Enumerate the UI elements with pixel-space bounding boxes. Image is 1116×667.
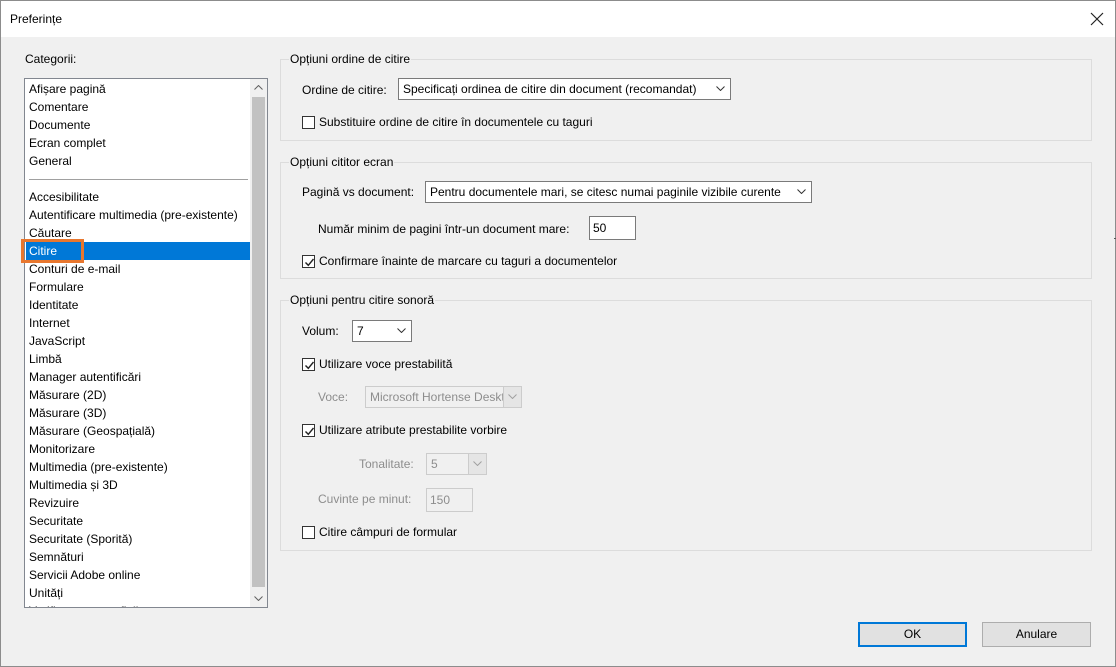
categories-scrollbar[interactable]	[250, 79, 267, 607]
read-aloud-group: Opțiuni pentru citire sonoră Volum: 7 Ut…	[280, 293, 1092, 551]
cancel-button[interactable]: Anulare	[982, 622, 1091, 647]
reading-order-label: Ordine de citire:	[302, 83, 387, 97]
chevron-down-icon	[397, 328, 406, 333]
category-item[interactable]: Monitorizare	[26, 440, 250, 458]
reading-order-select[interactable]: Specificați ordinea de citire din docume…	[398, 78, 731, 100]
form-fields-checkbox-box[interactable]	[302, 525, 315, 539]
reading-order-dropdown-arrow[interactable]	[712, 79, 730, 99]
pitch-select[interactable]: 5	[426, 453, 487, 475]
categories-label: Categorii:	[25, 52, 77, 66]
category-item[interactable]: Servicii Adobe online	[26, 566, 250, 584]
category-item[interactable]: Limbă	[26, 350, 250, 368]
category-item[interactable]: Manager autentificări	[26, 368, 250, 386]
screen-reader-group-title: Opțiuni cititor ecran	[289, 155, 395, 169]
read-form-fields-checkbox[interactable]: Citire câmpuri de formular	[302, 525, 457, 539]
page-vs-document-value: Pentru documentele mari, se citesc numai…	[430, 185, 781, 199]
default-voice-checkbox-box[interactable]	[302, 357, 315, 371]
checkmark-icon	[305, 361, 315, 369]
category-item[interactable]: Ecran complet	[26, 134, 250, 152]
category-item[interactable]: Documente	[26, 116, 250, 134]
page-vs-document-label: Pagină vs document:	[302, 185, 415, 199]
category-item[interactable]: Semnături	[26, 548, 250, 566]
reading-order-group: Opțiuni ordine de citire Ordine de citir…	[280, 52, 1092, 141]
scroll-down-button[interactable]	[250, 590, 267, 607]
category-item[interactable]: Măsurare (3D)	[26, 404, 250, 422]
window-title: Preferințe	[10, 12, 63, 26]
override-checkbox-label: Substituire ordine de citire în document…	[319, 115, 593, 129]
volume-label: Volum:	[302, 324, 339, 338]
categories-list[interactable]: Afișare pagină Comentare Documente Ecran co…	[24, 78, 268, 608]
confirm-checkbox-box[interactable]	[302, 254, 315, 268]
category-item[interactable]: General	[26, 152, 250, 170]
chevron-down-icon	[716, 86, 725, 91]
volume-value: 7	[357, 324, 364, 338]
category-item[interactable]: Măsurare (2D)	[26, 386, 250, 404]
category-item[interactable]: Accesibilitate	[26, 188, 250, 206]
chevron-down-icon	[254, 596, 263, 601]
category-item[interactable]: Comentare	[26, 98, 250, 116]
default-voice-checkbox[interactable]: Utilizare voce prestabilită	[302, 357, 452, 371]
chevron-down-icon	[473, 461, 482, 466]
chevron-up-icon	[254, 85, 263, 90]
category-item[interactable]: Internet	[26, 314, 250, 332]
close-button[interactable]	[1085, 7, 1109, 31]
category-item[interactable]: Afișare pagină	[26, 80, 250, 98]
voice-label: Voce:	[318, 390, 349, 404]
default-speech-attributes-checkbox[interactable]: Utilizare atribute prestabilite vorbire	[302, 423, 507, 437]
category-item[interactable]: Securitate (Sporită)	[26, 530, 250, 548]
checkmark-icon	[305, 427, 315, 435]
chevron-down-icon	[508, 394, 517, 399]
override-checkbox-box[interactable]	[302, 115, 315, 129]
words-per-minute-input[interactable]: 150	[426, 488, 473, 512]
category-item[interactable]: Citire	[26, 242, 250, 260]
default-speech-checkbox-box[interactable]	[302, 423, 315, 437]
min-pages-input[interactable]: 50	[589, 216, 636, 240]
page-vs-document-dropdown-arrow[interactable]	[793, 182, 811, 202]
category-item[interactable]: Multimedia (pre-existente)	[26, 458, 250, 476]
title-bar: Preferințe	[1, 1, 1115, 37]
category-item[interactable]: Conturi de e-mail	[26, 260, 250, 278]
category-item[interactable]: Identitate	[26, 296, 250, 314]
category-item[interactable]: Unități	[26, 584, 250, 602]
confirm-checkbox-label: Confirmare înainte de marcare cu taguri …	[319, 254, 618, 268]
volume-dropdown-arrow[interactable]	[393, 321, 411, 341]
voice-select[interactable]: Microsoft Hortense Desktop	[365, 386, 522, 408]
checkmark-icon	[305, 258, 315, 266]
override-reading-order-checkbox[interactable]: Substituire ordine de citire în document…	[302, 115, 593, 129]
pitch-dropdown-arrow[interactable]	[468, 454, 486, 474]
words-per-minute-label: Cuvinte pe minut:	[318, 492, 412, 506]
default-voice-checkbox-label: Utilizare voce prestabilită	[319, 357, 453, 371]
chevron-down-icon	[797, 189, 806, 194]
reading-order-group-title: Opțiuni ordine de citire	[289, 52, 412, 66]
category-item[interactable]: JavaScript	[26, 332, 250, 350]
category-item[interactable]: Căutare	[26, 224, 250, 242]
voice-dropdown-arrow[interactable]	[503, 387, 521, 407]
read-aloud-group-title: Opțiuni pentru citire sonoră	[289, 293, 436, 307]
screen-reader-group: Opțiuni cititor ecran Pagină vs document…	[280, 155, 1092, 279]
form-fields-checkbox-label: Citire câmpuri de formular	[319, 525, 458, 539]
ok-button[interactable]: OK	[858, 622, 967, 647]
category-item[interactable]: Formulare	[26, 278, 250, 296]
scroll-up-button[interactable]	[250, 79, 267, 96]
voice-value: Microsoft Hortense Desktop	[370, 390, 503, 404]
reading-order-value: Specificați ordinea de citire din docume…	[403, 82, 697, 96]
pitch-label: Tonalitate:	[359, 457, 414, 471]
category-item[interactable]: Măsurare (Geospațială)	[26, 422, 250, 440]
categories-separator	[29, 179, 248, 180]
scroll-thumb[interactable]	[252, 97, 265, 587]
category-item[interactable]: Verificare ortografică	[26, 602, 250, 607]
preferences-dialog: Preferințe Categorii: Afișare pagină Come…	[0, 0, 1116, 667]
category-item[interactable]: Autentificare multimedia (pre-existente)	[26, 206, 250, 224]
close-icon	[1090, 12, 1104, 26]
category-item[interactable]: Securitate	[26, 512, 250, 530]
confirm-tagging-checkbox[interactable]: Confirmare înainte de marcare cu taguri …	[302, 254, 617, 268]
category-item[interactable]: Revizuire	[26, 494, 250, 512]
min-pages-label: Număr minim de pagini într-un document m…	[318, 222, 570, 236]
default-speech-checkbox-label: Utilizare atribute prestabilite vorbire	[319, 423, 508, 437]
category-item[interactable]: Multimedia și 3D	[26, 476, 250, 494]
page-vs-document-select[interactable]: Pentru documentele mari, se citesc numai…	[425, 181, 812, 203]
pitch-value: 5	[431, 457, 438, 471]
volume-select[interactable]: 7	[352, 320, 412, 342]
